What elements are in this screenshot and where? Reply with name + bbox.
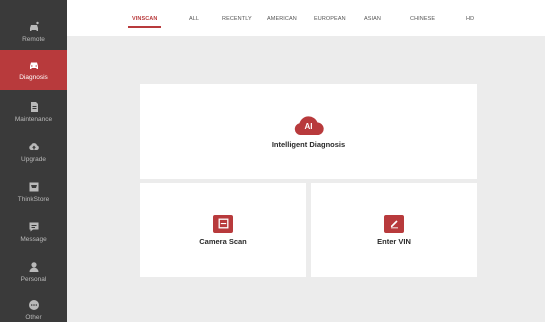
tab-label: ASIAN bbox=[364, 16, 382, 22]
car-icon bbox=[28, 59, 40, 71]
sidebar-item-label: ThinkStore bbox=[17, 195, 50, 203]
person-icon bbox=[28, 261, 40, 273]
ai-badge-text: AI bbox=[304, 122, 313, 131]
enter-vin-card[interactable]: Enter VIN bbox=[311, 183, 477, 277]
tab-recently[interactable]: RECENTLY bbox=[222, 16, 252, 22]
tab-chinese[interactable]: CHINESE bbox=[410, 16, 435, 22]
active-tab-indicator bbox=[128, 26, 162, 28]
tab-label: HD bbox=[466, 16, 475, 22]
ai-cloud-icon: AI bbox=[293, 114, 325, 136]
sidebar-item-remote[interactable]: Remote bbox=[0, 12, 67, 52]
sidebar-item-label: Remote bbox=[22, 35, 45, 43]
scan-icon bbox=[213, 214, 233, 233]
brand-tab-bar: VINSCAN ALL RECENTLY AMERICAN EUROPEAN A… bbox=[67, 0, 545, 36]
tab-asian[interactable]: ASIAN bbox=[364, 16, 381, 22]
tab-label: ALL bbox=[189, 16, 200, 22]
store-icon bbox=[28, 181, 40, 193]
tab-american[interactable]: AMERICAN bbox=[267, 16, 297, 22]
sidebar-item-label: Upgrade bbox=[21, 155, 46, 163]
sidebar-item-label: Diagnosis bbox=[19, 73, 48, 81]
tab-european[interactable]: EUROPEAN bbox=[314, 16, 346, 22]
sidebar-item-personal[interactable]: Personal bbox=[0, 252, 67, 292]
intelligent-diagnosis-label: Intelligent Diagnosis bbox=[271, 140, 346, 149]
sidebar-item-thinkstore[interactable]: ThinkStore bbox=[0, 172, 67, 212]
sidebar-item-maintenance[interactable]: Maintenance bbox=[0, 92, 67, 132]
sidebar-item-label: Maintenance bbox=[14, 115, 53, 123]
sidebar-item-diagnosis[interactable]: Diagnosis bbox=[0, 50, 67, 90]
cloud-upload-icon bbox=[28, 141, 40, 153]
sidebar-item-label: Message bbox=[20, 235, 47, 243]
wrench-icon bbox=[28, 101, 40, 113]
tab-all[interactable]: ALL bbox=[189, 16, 199, 22]
car-remote-icon bbox=[28, 21, 40, 33]
message-icon bbox=[28, 221, 40, 233]
sidebar-item-message[interactable]: Message bbox=[0, 212, 67, 252]
tab-label: VINSCAN bbox=[132, 16, 158, 22]
more-icon bbox=[28, 299, 40, 311]
tab-label: AMERICAN bbox=[267, 16, 297, 22]
camera-scan-label: Camera Scan bbox=[199, 236, 247, 246]
tab-label: CHINESE bbox=[410, 16, 436, 22]
tab-hd[interactable]: HD bbox=[466, 16, 474, 22]
sidebar-item-other[interactable]: Other bbox=[0, 290, 67, 322]
camera-scan-card[interactable]: Camera Scan bbox=[140, 183, 306, 277]
tab-label: EUROPEAN bbox=[314, 16, 346, 22]
sidebar-item-upgrade[interactable]: Upgrade bbox=[0, 132, 67, 172]
tab-label: RECENTLY bbox=[222, 16, 252, 22]
sidebar-item-label: Other bbox=[25, 313, 42, 321]
sidebar-item-label: Personal bbox=[20, 275, 47, 283]
sidebar: Remote Diagnosis Maintenance Upgrade Thi… bbox=[0, 0, 67, 322]
pencil-icon bbox=[384, 214, 404, 233]
enter-vin-label: Enter VIN bbox=[377, 236, 411, 246]
tab-vinscan[interactable]: VINSCAN bbox=[128, 16, 162, 28]
intelligent-diagnosis-card[interactable]: AI Intelligent Diagnosis bbox=[140, 84, 477, 179]
